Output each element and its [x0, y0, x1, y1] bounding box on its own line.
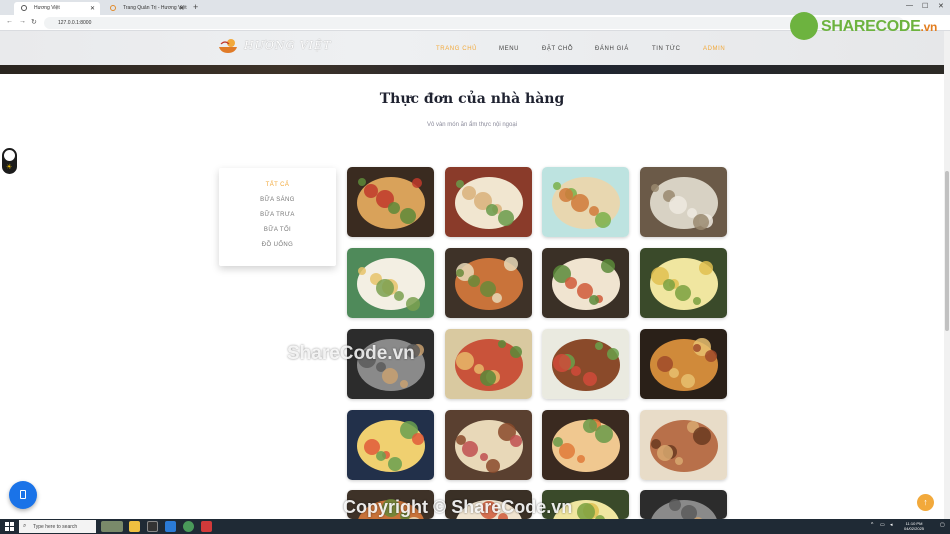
watermark-bottom: Copyright © ShareCode.vn — [343, 497, 573, 517]
clock-date: 04/02/2025 — [904, 526, 925, 531]
category-breakfast[interactable]: BỮA SÁNG — [219, 197, 336, 203]
browser-icon[interactable] — [147, 521, 158, 532]
file-explorer-icon[interactable] — [129, 521, 140, 532]
nav-admin[interactable]: ADMIN — [703, 46, 725, 52]
nav-booking[interactable]: ĐẶT CHỖ — [542, 46, 573, 52]
logo-text: HƯƠNG VIỆT — [244, 39, 332, 52]
toggle-knob — [4, 150, 15, 161]
dish-image-mi-xao-hai-san[interactable] — [542, 410, 629, 480]
dish-image-banh-mi-thit[interactable] — [445, 329, 532, 399]
category-lunch[interactable]: BỮA TRƯA — [219, 212, 336, 218]
globe-icon — [21, 5, 27, 11]
dish-image-goi-cuon-trung[interactable] — [542, 167, 629, 237]
sun-icon: ☀ — [6, 164, 13, 171]
logo-icon — [110, 5, 116, 11]
windows-start-icon[interactable] — [5, 522, 14, 531]
dish-image-ca-ri-ga[interactable] — [640, 329, 727, 399]
chat-button[interactable] — [9, 481, 37, 509]
recorder-icon[interactable] — [201, 521, 212, 532]
back-to-top-button[interactable]: ↑ — [917, 494, 934, 511]
dish-image-com-suon[interactable] — [542, 329, 629, 399]
category-dinner[interactable]: BỮA TỐI — [219, 227, 336, 233]
dish-image-nem-cuon[interactable] — [445, 167, 532, 237]
maximize-icon[interactable]: ☐ — [922, 2, 928, 10]
vscode-icon[interactable] — [165, 521, 176, 532]
category-filter-panel: TẤT CẢ BỮA SÁNG BỮA TRƯA BỮA TỐI ĐỒ UỐNG — [219, 168, 336, 266]
category-all[interactable]: TẤT CẢ — [219, 182, 336, 188]
search-placeholder: Type here to search — [33, 524, 78, 530]
tab-title: Trang Quản Trị - Hương Việt — [123, 5, 187, 11]
back-icon[interactable]: ← — [6, 18, 13, 25]
nav-home[interactable]: TRANG CHỦ — [436, 46, 477, 52]
task-view-thumbnail[interactable] — [101, 521, 123, 532]
watermark-center: ShareCode.vn — [287, 343, 415, 364]
nav-news[interactable]: TIN TỨC — [652, 46, 681, 52]
search-icon: ⌕ — [23, 523, 27, 529]
document-icon — [20, 490, 26, 499]
close-tab-icon[interactable]: ✕ — [90, 5, 95, 12]
forward-icon[interactable]: → — [19, 18, 26, 25]
taskbar-clock[interactable]: 11:10 PM 04/02/2025 — [904, 521, 924, 531]
network-icon[interactable]: ▭ — [880, 522, 885, 528]
dish-image-banh-mi[interactable] — [347, 167, 434, 237]
app-icon[interactable] — [183, 521, 194, 532]
nav-reviews[interactable]: ĐÁNH GIÁ — [595, 46, 629, 52]
browser-tab-admin[interactable]: Trang Quản Trị - Hương Việt ✕ — [103, 2, 189, 15]
dish-image-bun-ga[interactable] — [640, 248, 727, 318]
dish-image-chao[interactable] — [640, 167, 727, 237]
nav-menu[interactable]: MENU — [499, 46, 519, 52]
new-tab-button[interactable]: + — [193, 2, 198, 12]
section-subtitle: Vô vàn món ăn ẩm thực nội ngoại — [426, 122, 518, 128]
logo-bowl-icon — [219, 39, 237, 53]
volume-icon[interactable]: ◂ — [890, 522, 893, 528]
page-scrollbar[interactable] — [944, 31, 950, 519]
header-image-strip — [0, 65, 944, 74]
notifications-icon[interactable]: ▢ — [940, 522, 945, 528]
category-drinks[interactable]: ĐỒ UỐNG — [219, 242, 336, 248]
tab-title: Hương Việt — [34, 5, 60, 11]
theme-toggle[interactable]: ☀ — [2, 148, 17, 174]
section-title: Thực đơn của nhà hàng — [379, 91, 565, 107]
sharecode-logo-text: SHARECODE.vn — [821, 18, 937, 35]
dish-image-com-chien[interactable] — [347, 410, 434, 480]
tray-arrow-icon[interactable]: ^ — [871, 522, 873, 528]
dish-image-pho[interactable] — [347, 248, 434, 318]
taskbar-search-input[interactable]: ⌕ Type here to search — [19, 520, 96, 533]
dish-image-goi-cuon[interactable] — [542, 248, 629, 318]
minimize-icon[interactable]: — — [906, 2, 913, 9]
windows-taskbar: ⌕ Type here to search ^ ▭ ◂ 11:10 PM 04/… — [0, 519, 950, 534]
sharecode-logo-icon — [790, 12, 818, 40]
close-window-icon[interactable]: ✕ — [938, 2, 944, 10]
dish-image-partial[interactable] — [640, 490, 727, 519]
site-logo[interactable]: HƯƠNG VIỆT — [218, 36, 338, 58]
dish-image-bun-bo[interactable] — [445, 410, 532, 480]
url-input[interactable]: 127.0.0.1:8000 — [44, 17, 904, 29]
scrollbar-thumb[interactable] — [945, 171, 949, 331]
browser-tab-active[interactable]: Hương Việt ✕ — [14, 2, 100, 15]
dish-image-bun-dau[interactable] — [445, 248, 532, 318]
dish-image-thit-kho[interactable] — [640, 410, 727, 480]
reload-icon[interactable]: ↻ — [31, 18, 37, 26]
sharecode-logo: SHARECODE.vn — [790, 12, 940, 40]
close-tab-icon[interactable]: ✕ — [179, 5, 184, 12]
